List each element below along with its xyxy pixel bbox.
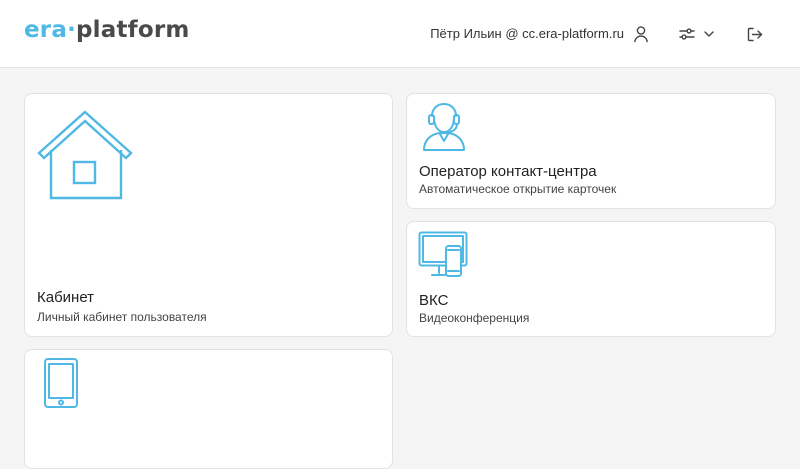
card-title: Оператор контакт-центра	[419, 163, 597, 180]
card-subtitle: Автоматическое открытие карточек	[419, 182, 617, 196]
card-subtitle: Личный кабинет пользователя	[37, 310, 207, 324]
logo-platform-text: platform	[76, 17, 190, 43]
logout-icon	[747, 27, 763, 41]
top-header: era·platform Пётр Ильин @ cc.era-platfor…	[0, 0, 800, 68]
user-icon	[634, 26, 648, 43]
house-icon	[37, 110, 133, 200]
card-subtitle: Видеоконференция	[419, 311, 530, 325]
settings-dropdown-button[interactable]	[678, 22, 716, 46]
chevron-down-icon	[704, 31, 714, 37]
sliders-icon	[679, 28, 695, 40]
card-kabinet[interactable]: Кабинет Личный кабинет пользователя	[24, 93, 393, 337]
tablet-icon	[44, 358, 78, 408]
logout-button[interactable]	[744, 22, 766, 46]
card-title: ВКС	[419, 292, 449, 309]
card-operator-contact-center[interactable]: Оператор контакт-центра Автоматическое о…	[406, 93, 776, 209]
era-platform-logo[interactable]: era·platform	[24, 17, 190, 43]
operator-headset-icon	[423, 103, 465, 151]
user-profile-button[interactable]	[631, 22, 651, 46]
monitor-phone-icon	[418, 231, 468, 277]
card-mobile[interactable]	[24, 349, 393, 469]
user-account-label[interactable]: Пётр Ильин @ cc.era-platform.ru	[430, 26, 624, 41]
card-title: Кабинет	[37, 289, 95, 306]
logo-era-text: era	[24, 17, 68, 43]
card-vks[interactable]: ВКС Видеоконференция	[406, 221, 776, 337]
logo-dot: ·	[67, 17, 76, 43]
